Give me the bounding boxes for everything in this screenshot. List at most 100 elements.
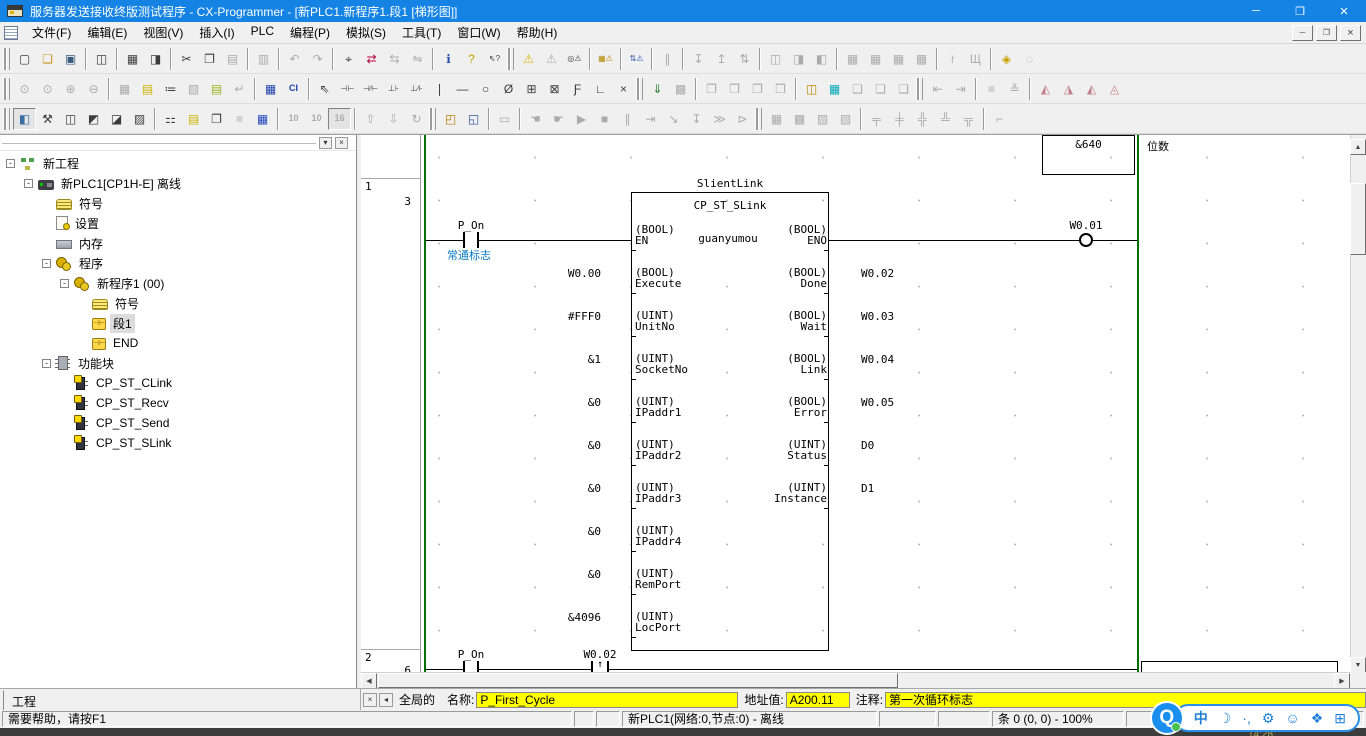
wrench-icon[interactable]: ⚙	[1262, 711, 1275, 725]
fb-input-value[interactable]: &0	[481, 396, 601, 409]
contact-pon-rung1-bar2[interactable]	[477, 232, 479, 248]
display-3-icon[interactable]: ▦	[887, 48, 910, 70]
fb-output-operand[interactable]: D1	[861, 482, 874, 495]
menu-insert[interactable]: 插入(I)	[191, 21, 242, 44]
break-enable-icon[interactable]: ╩	[934, 108, 957, 130]
display-2-icon[interactable]: ▦	[864, 48, 887, 70]
properties-window-icon[interactable]: ▨	[128, 108, 151, 130]
new-file-icon[interactable]: ▢	[13, 48, 36, 70]
menu-window[interactable]: 窗口(W)	[449, 21, 508, 44]
fb-input-ipaddr1[interactable]: (UINT) IPaddr1	[635, 396, 681, 418]
fb-input-value[interactable]: &0	[481, 439, 601, 452]
mnemonics-view-icon[interactable]: ▦	[259, 78, 282, 100]
ci-view-icon[interactable]: CI	[282, 78, 305, 100]
tree-item-plc-settings[interactable]: 设置	[0, 213, 356, 233]
vertical-scroll-thumb[interactable]	[1350, 183, 1366, 255]
sheet-minus-icon[interactable]: ❒	[769, 78, 792, 100]
output-window-icon[interactable]: ◪	[105, 108, 128, 130]
address-ref-tool-icon[interactable]: ⚏	[159, 108, 182, 130]
tree-item-plc-newplc1[interactable]: -新PLC1[CP1H-E] 离线	[0, 173, 356, 193]
search-fwd-icon[interactable]: ⇋	[406, 48, 429, 70]
copy-icon[interactable]: ❐	[198, 48, 221, 70]
align-list-icon[interactable]: ≡	[980, 78, 1003, 100]
open-file-icon[interactable]: ❏	[36, 48, 59, 70]
menu-simulation[interactable]: 模拟(S)	[338, 21, 394, 44]
break-set-icon[interactable]: ╤	[865, 108, 888, 130]
frame-check-icon[interactable]: ❑	[892, 78, 915, 100]
paste-special-icon[interactable]: ▥	[252, 48, 275, 70]
edit-fb-2-icon[interactable]: ◮	[1057, 78, 1080, 100]
sim-step-icon[interactable]: ↧	[685, 108, 708, 130]
indent-right-icon[interactable]: ⇥	[949, 78, 972, 100]
paste-icon[interactable]: ▤	[221, 48, 244, 70]
value-refresh-icon[interactable]: ↻	[405, 108, 428, 130]
force-cancel-icon[interactable]: ◌	[1018, 48, 1041, 70]
minimize-button[interactable]: ─	[1234, 0, 1278, 22]
fb-output-wait[interactable]: (BOOL) Wait	[691, 310, 827, 332]
restore-button[interactable]: ❐	[1278, 0, 1322, 22]
fb-input-value[interactable]: #FFF0	[481, 310, 601, 323]
force-on-icon[interactable]: ◈	[995, 48, 1018, 70]
menu-view[interactable]: 视图(V)	[135, 21, 191, 44]
fb-output-operand[interactable]: W0.05	[861, 396, 894, 409]
fb-registration-icon[interactable]: ◫	[800, 78, 823, 100]
about-icon[interactable]: ℹ	[437, 48, 460, 70]
undo-icon[interactable]: ↶	[283, 48, 306, 70]
ladder-horizontal-scrollbar[interactable]: ◀ ▶	[361, 672, 1350, 688]
panel-grip[interactable]	[2, 141, 316, 144]
scroll-right-icon[interactable]: ▶	[1334, 673, 1350, 689]
expand-toggle-icon[interactable]: -	[24, 179, 33, 188]
horizontal-scroll-thumb[interactable]	[378, 673, 898, 688]
radix-hex-icon[interactable]: 16	[328, 108, 351, 130]
zoom-custom-icon[interactable]: ⊙	[13, 78, 36, 100]
break-clear-icon[interactable]: ╪	[888, 108, 911, 130]
edit-fb-4-icon[interactable]: ◬	[1103, 78, 1126, 100]
new-vertical-icon[interactable]: ❘	[428, 78, 451, 100]
fb-output-link[interactable]: (BOOL) Link	[691, 353, 827, 375]
sim-step-in-icon[interactable]: ↘	[662, 108, 685, 130]
new-instruction-icon[interactable]: ⊞	[520, 78, 543, 100]
sheet-insert-icon[interactable]: ❒	[700, 78, 723, 100]
comments-dialog-icon[interactable]: ▤	[136, 78, 159, 100]
return-tool-icon[interactable]: ⌐	[988, 108, 1011, 130]
net-display-3-icon[interactable]: ▨	[811, 108, 834, 130]
tree-item-program1-symbols[interactable]: 符号	[0, 293, 356, 313]
new-instruction-detail-icon[interactable]: ⊠	[543, 78, 566, 100]
tree-item-section-end[interactable]: END	[0, 333, 356, 353]
new-closed-contact-icon[interactable]: ⊣∕⊢	[359, 78, 382, 100]
menu-plc[interactable]: PLC	[243, 21, 282, 44]
io-comments-icon[interactable]: ▤	[205, 78, 228, 100]
comment-box-icon[interactable]: ▤	[182, 108, 205, 130]
plc-settings-window-icon[interactable]: ◰	[439, 108, 462, 130]
compile-all-icon[interactable]: ⚠	[540, 48, 563, 70]
menu-help[interactable]: 帮助(H)	[509, 21, 566, 44]
fb-output-operand[interactable]: W0.04	[861, 353, 894, 366]
scroll-up-icon[interactable]: ▲	[1350, 139, 1366, 155]
sim-run-icon[interactable]: ▶	[570, 108, 593, 130]
fb-input-value[interactable]: W0.00	[481, 267, 601, 280]
fb-output-operand[interactable]: W0.02	[861, 267, 894, 280]
fb-input-value[interactable]: &0	[481, 568, 601, 581]
new-horizontal-icon[interactable]: —	[451, 78, 474, 100]
monitor-mode-icon[interactable]: ◨	[787, 48, 810, 70]
compare-with-plc-icon[interactable]: ⇅⚠	[625, 48, 648, 70]
rung-wrap-icon[interactable]: ↵	[228, 78, 251, 100]
scroll-left-icon[interactable]: ◀	[361, 673, 377, 689]
radix-decimal-icon[interactable]: 10	[282, 108, 305, 130]
emoji-icon[interactable]: ☺	[1285, 711, 1299, 725]
rung-annotations-icon[interactable]: ≔	[159, 78, 182, 100]
project-window-toggle-icon[interactable]: ◧	[13, 108, 36, 130]
frame-insert-icon[interactable]: ❑	[846, 78, 869, 100]
sim-pause-icon[interactable]: ∥	[616, 108, 639, 130]
fb-input-ipaddr3[interactable]: (UINT) IPaddr3	[635, 482, 681, 504]
upload-icon[interactable]: ↥	[710, 48, 733, 70]
transfer-symbols-icon[interactable]: ⇓	[646, 78, 669, 100]
symbol-window-icon[interactable]: ▩	[669, 78, 692, 100]
replace-icon[interactable]: ⇄	[360, 48, 383, 70]
redo-icon[interactable]: ↷	[306, 48, 329, 70]
radix-signed-icon[interactable]: 10	[305, 108, 328, 130]
fb-input-unitno[interactable]: (UINT) UnitNo	[635, 310, 675, 332]
skin-icon[interactable]: ❖	[1311, 711, 1324, 725]
contact-pon-rung1[interactable]	[463, 232, 465, 248]
net-display-4-icon[interactable]: ▧	[834, 108, 857, 130]
